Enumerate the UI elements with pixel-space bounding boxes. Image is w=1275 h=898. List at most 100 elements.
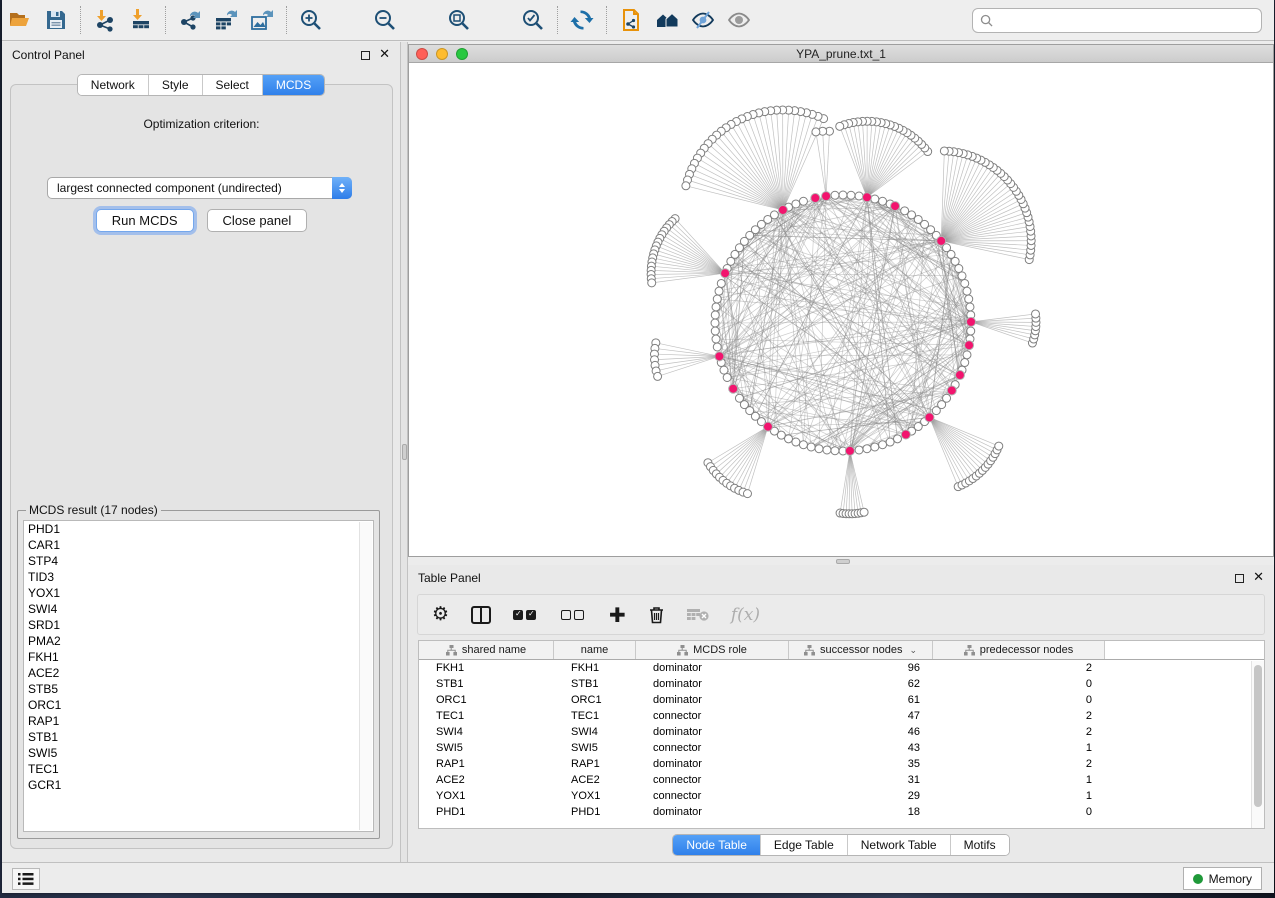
run-mcds-button[interactable]: Run MCDS	[96, 209, 194, 232]
network-hub-node[interactable]	[937, 236, 946, 245]
network-node[interactable]	[961, 279, 969, 287]
network-node[interactable]	[871, 443, 879, 451]
close-panel-button[interactable]: Close panel	[207, 209, 308, 232]
network-node[interactable]	[879, 197, 887, 205]
table-tab-network-table[interactable]: Network Table	[847, 835, 950, 855]
table-panel-float-icon[interactable]	[1235, 574, 1244, 583]
network-node[interactable]	[799, 441, 807, 449]
network-node[interactable]	[871, 195, 879, 203]
network-node[interactable]	[713, 295, 721, 303]
network-node[interactable]	[815, 445, 823, 453]
column-header-MCDS-role[interactable]: MCDS role	[636, 641, 789, 659]
network-node[interactable]	[893, 435, 901, 443]
network-node[interactable]	[792, 438, 800, 446]
table-tab-motifs[interactable]: Motifs	[950, 835, 1009, 855]
export-image-button[interactable]	[247, 5, 277, 35]
table-row[interactable]: SWI4SWI4dominator462	[419, 724, 1264, 740]
function-builder-button[interactable]: f(x)	[731, 605, 760, 625]
table-row[interactable]: ACE2ACE2connector311	[419, 772, 1264, 788]
network-hub-node[interactable]	[715, 352, 724, 361]
first-neighbors-button[interactable]	[652, 5, 682, 35]
zoom-out-button[interactable]	[370, 5, 400, 35]
column-header-name[interactable]: name	[554, 641, 636, 659]
import-network-button[interactable]	[90, 5, 120, 35]
network-node[interactable]	[711, 327, 719, 335]
optimization-criterion-select[interactable]: largest connected component (undirected)	[47, 177, 352, 199]
network-node[interactable]	[713, 343, 721, 351]
network-hub-node[interactable]	[778, 205, 787, 214]
network-hub-node[interactable]	[955, 371, 964, 380]
network-node[interactable]	[967, 327, 975, 335]
mcds-result-item[interactable]: YOX1	[24, 585, 373, 601]
mcds-result-item[interactable]: SWI4	[24, 601, 373, 617]
network-node[interactable]	[807, 443, 815, 451]
mcds-result-item[interactable]: ORC1	[24, 697, 373, 713]
table-panel-close-icon[interactable]: ✕	[1253, 573, 1264, 583]
network-node[interactable]	[792, 200, 800, 208]
select-all-columns-button[interactable]	[513, 610, 539, 620]
mcds-result-scrollbar[interactable]	[359, 522, 372, 830]
network-hub-node[interactable]	[721, 269, 730, 278]
tab-select[interactable]: Select	[202, 75, 262, 95]
network-node[interactable]	[723, 373, 731, 381]
show-all-button[interactable]	[724, 5, 754, 35]
delete-column-button[interactable]	[648, 605, 665, 624]
network-hub-node[interactable]	[763, 422, 772, 431]
network-hub-node[interactable]	[729, 384, 738, 393]
save-session-button[interactable]	[41, 5, 71, 35]
control-panel-close-icon[interactable]: ✕	[379, 50, 390, 60]
network-node[interactable]	[879, 441, 887, 449]
network-hub-node[interactable]	[966, 317, 975, 326]
network-node[interactable]	[799, 197, 807, 205]
network-leaf-node[interactable]	[995, 442, 1003, 450]
zoom-selected-button[interactable]	[518, 5, 548, 35]
network-node[interactable]	[958, 272, 966, 280]
network-node[interactable]	[785, 435, 793, 443]
network-leaf-node[interactable]	[648, 279, 656, 287]
network-hub-node[interactable]	[811, 194, 820, 203]
mcds-result-item[interactable]: STB1	[24, 729, 373, 745]
network-node[interactable]	[855, 192, 863, 200]
network-hub-node[interactable]	[891, 202, 900, 211]
zoom-in-button[interactable]	[296, 5, 326, 35]
table-scrollbar-thumb[interactable]	[1254, 665, 1262, 807]
table-row[interactable]: SWI5SWI5connector431	[419, 740, 1264, 756]
network-node[interactable]	[961, 359, 969, 367]
hide-selected-button[interactable]	[688, 5, 718, 35]
mcds-result-item[interactable]: SWI5	[24, 745, 373, 761]
mcds-result-item[interactable]: STB5	[24, 681, 373, 697]
memory-button[interactable]: Memory	[1183, 867, 1262, 890]
vertical-splitter[interactable]	[400, 42, 408, 862]
network-node[interactable]	[715, 287, 723, 295]
task-history-button[interactable]	[12, 868, 40, 890]
search-input[interactable]	[999, 14, 1254, 28]
network-leaf-node[interactable]	[860, 508, 868, 516]
delete-table-button[interactable]	[687, 608, 709, 622]
unselect-all-columns-button[interactable]	[561, 610, 587, 620]
zoom-fit-button[interactable]	[444, 5, 474, 35]
network-hub-node[interactable]	[965, 341, 974, 350]
network-node[interactable]	[855, 446, 863, 454]
new-network-from-selection-button[interactable]	[616, 5, 646, 35]
network-leaf-node[interactable]	[743, 490, 751, 498]
mcds-result-item[interactable]: PHD1	[24, 521, 373, 537]
mcds-result-item[interactable]: STP4	[24, 553, 373, 569]
network-hub-node[interactable]	[901, 430, 910, 439]
mcds-result-item[interactable]: RAP1	[24, 713, 373, 729]
network-node[interactable]	[712, 335, 720, 343]
network-node[interactable]	[847, 191, 855, 199]
network-leaf-node[interactable]	[836, 122, 844, 130]
network-node[interactable]	[831, 191, 839, 199]
network-node[interactable]	[886, 438, 894, 446]
table-settings-button[interactable]: ⚙	[432, 605, 449, 624]
network-canvas[interactable]	[409, 64, 1273, 556]
table-row[interactable]: TEC1TEC1connector472	[419, 708, 1264, 724]
table-row[interactable]: RAP1RAP1dominator352	[419, 756, 1264, 772]
tab-network[interactable]: Network	[78, 75, 148, 95]
network-leaf-node[interactable]	[1032, 310, 1040, 318]
network-node[interactable]	[863, 445, 871, 453]
network-hub-node[interactable]	[862, 193, 871, 202]
mcds-result-item[interactable]: GCR1	[24, 777, 373, 793]
network-node[interactable]	[963, 287, 971, 295]
table-row[interactable]: ORC1ORC1dominator610	[419, 692, 1264, 708]
